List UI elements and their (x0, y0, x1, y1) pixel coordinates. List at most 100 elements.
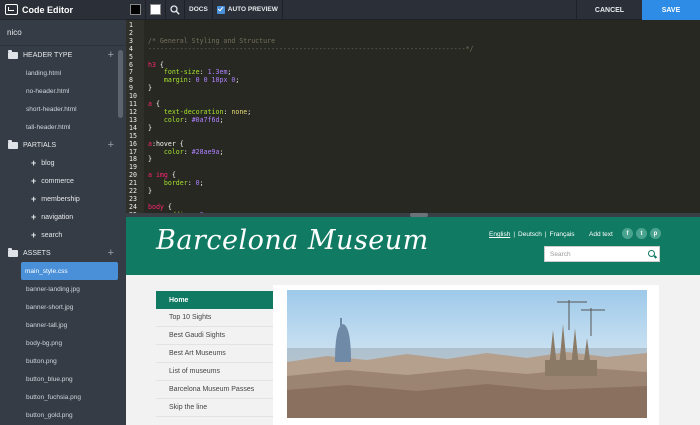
expand-icon[interactable]: + (31, 158, 36, 168)
item-label: banner-landing.jpg (26, 285, 80, 293)
code-token: } (148, 123, 152, 132)
expand-icon[interactable]: + (31, 212, 36, 222)
file-item[interactable]: banner-short.jpg (0, 298, 126, 316)
lang-francais[interactable]: Français (550, 231, 575, 238)
file-item[interactable]: button_blue.png (0, 370, 126, 388)
code-token: } (148, 155, 152, 164)
search-icon[interactable] (648, 250, 655, 257)
section-partials[interactable]: PARTIALS + (0, 136, 126, 154)
app-title: Code Editor (22, 4, 73, 15)
nav-item[interactable]: Barcelona Museum Passes (156, 381, 273, 399)
code-line[interactable]: 8 margin: 0 0 10px 0; (126, 76, 474, 85)
expand-icon[interactable]: + (31, 176, 36, 186)
code-token: text-decoration (148, 107, 224, 116)
add-icon[interactable]: + (108, 139, 114, 151)
file-item[interactable]: body-bg.png (0, 334, 126, 352)
item-label: button.png (26, 357, 57, 365)
add-icon[interactable]: + (108, 247, 114, 259)
item-label: body-bg.png (26, 339, 63, 347)
add-icon[interactable]: + (108, 49, 114, 61)
partial-folder[interactable]: + commerce (0, 172, 126, 190)
toolbar-divider (145, 0, 146, 20)
code-line[interactable]: 5 (126, 53, 474, 62)
code-token: ; (219, 147, 224, 156)
code-token: a img (148, 171, 168, 180)
expand-icon[interactable]: + (31, 194, 36, 204)
toolbar-divider (165, 0, 166, 20)
partial-folder[interactable]: + blog (0, 154, 126, 172)
file-item[interactable]: button_gold.png (0, 406, 126, 424)
code-token: margin (148, 76, 188, 85)
site-nav: Home Top 10 Sights Best Gaudi Sights Best A… (156, 291, 273, 417)
search-input[interactable]: Search (550, 251, 571, 258)
app-logo-icon (5, 4, 18, 15)
code-line[interactable]: 10 (126, 92, 474, 101)
site-brand[interactable]: Barcelona Museum (156, 225, 429, 256)
item-label: commerce (41, 177, 74, 185)
auto-preview-checkbox[interactable] (216, 5, 225, 14)
nav-item[interactable]: Skip the line (156, 399, 273, 417)
file-item[interactable]: button.png (0, 352, 126, 370)
code-line[interactable]: 4 ---------------------------------------… (126, 44, 474, 54)
partial-folder[interactable]: + search (0, 226, 126, 244)
code-line[interactable]: 13 color: #0a7f6d; (126, 116, 474, 125)
site-search[interactable]: Search (544, 246, 660, 262)
file-item[interactable]: button_fuchsia.png (0, 388, 126, 406)
file-item[interactable]: tall-header.html (0, 118, 126, 136)
code-line[interactable]: 23 (126, 195, 474, 204)
code-editor[interactable]: 1 2 3 /* General Styling and Structure 4 ----… (126, 20, 700, 213)
lang-deutsch[interactable]: Deutsch (518, 231, 542, 238)
item-label: blog (41, 159, 55, 167)
nav-item[interactable]: List of museums (156, 363, 273, 381)
barcelona-skyline-image (287, 290, 647, 418)
section-assets[interactable]: ASSETS + (0, 244, 126, 262)
cancel-button[interactable]: CANCEL (576, 0, 642, 20)
twitter-icon[interactable]: t (636, 228, 647, 239)
code-line[interactable]: 19 (126, 163, 474, 172)
code-line[interactable]: 18} (126, 155, 474, 164)
section-header-type[interactable]: HEADER TYPE + (0, 46, 126, 64)
nav-item[interactable]: Best Art Museums (156, 345, 273, 363)
partial-folder[interactable]: + membership (0, 190, 126, 208)
light-theme-swatch[interactable] (150, 4, 161, 15)
nav-item[interactable]: Top 10 Sights (156, 309, 273, 327)
facebook-icon[interactable]: f (622, 228, 633, 239)
code-line[interactable]: 21 border: 0; (126, 179, 474, 188)
save-button[interactable]: SAVE (642, 0, 700, 20)
partial-folder[interactable]: + navigation (0, 208, 126, 226)
add-text-link[interactable]: Add text (589, 231, 613, 238)
expand-icon[interactable]: + (31, 230, 36, 240)
code-line[interactable]: 22} (126, 187, 474, 196)
code-line[interactable]: 9} (126, 84, 474, 93)
sidebar: Code Editor nico HEADER TYPE + landing.htm… (0, 0, 126, 425)
project-name[interactable]: nico (0, 20, 126, 46)
dark-theme-swatch[interactable] (130, 4, 141, 15)
sidebar-scrollbar[interactable] (118, 50, 123, 118)
file-item[interactable]: banner-tall.jpg (0, 316, 126, 334)
file-item[interactable]: landing.html (0, 64, 126, 82)
folder-icon (8, 247, 18, 257)
file-item[interactable]: banner-landing.jpg (0, 280, 126, 298)
code-line[interactable]: 1 (126, 21, 474, 30)
pinterest-icon[interactable]: p (650, 228, 661, 239)
code-token: : (183, 147, 192, 156)
lang-english[interactable]: English (489, 231, 510, 238)
nav-item[interactable]: Best Gaudi Sights (156, 327, 273, 345)
file-item[interactable]: no-header.html (0, 82, 126, 100)
code-token: ----------------------------------------… (148, 44, 474, 53)
toolbar-divider (281, 0, 283, 20)
code-line[interactable]: 17 color: #28ae9a; (126, 147, 474, 157)
docs-button[interactable]: DOCS (189, 6, 208, 13)
code-token: ; (247, 107, 252, 116)
code-token: border (148, 179, 188, 188)
item-label: tall-header.html (26, 123, 71, 131)
file-item[interactable]: main_style.css (21, 262, 118, 280)
section-label: HEADER TYPE (23, 51, 73, 59)
code-token: #28ae9a (191, 147, 220, 156)
file-item[interactable]: short-header.html (0, 100, 126, 118)
code-line[interactable]: 14} (126, 123, 474, 133)
code-token: color (148, 147, 184, 156)
nav-item[interactable]: Home (156, 291, 273, 309)
search-icon[interactable] (170, 4, 180, 15)
code-content[interactable]: 1 2 3 /* General Styling and Structure 4 ----… (126, 21, 474, 213)
